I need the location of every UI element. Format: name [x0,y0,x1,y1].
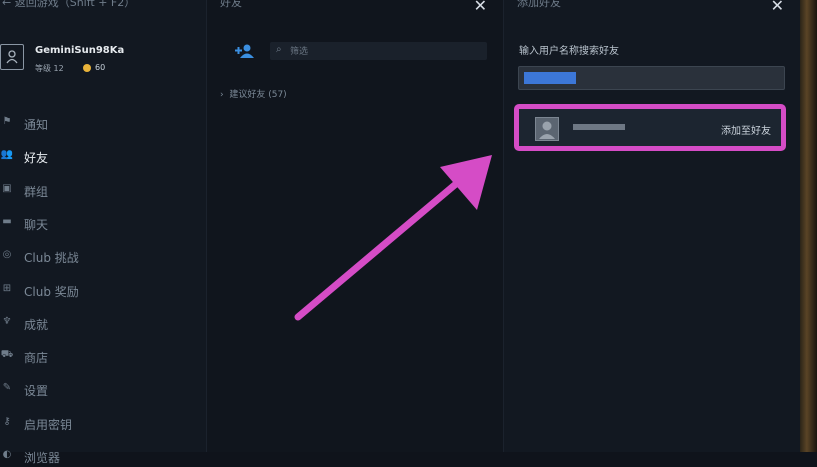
user-level: 等级 12 [35,64,64,73]
search-result-card[interactable]: 添加至好友 [514,104,786,151]
nav-item[interactable]: ▣ 群组 [0,181,200,201]
nav-item[interactable]: ⚑ 通知 [0,114,200,134]
result-username-redacted [573,124,625,130]
search-text-selection [524,72,576,84]
search-label: 输入用户名称搜索好友 [519,46,619,57]
close-icon[interactable]: ✕ [474,0,487,15]
nav-item-label: 启用密钥 [24,417,73,432]
suggested-friends-label: 建议好友 (57) [229,90,287,100]
nav-item-label: 通知 [24,118,49,132]
chevron-right-icon: › [220,90,224,100]
nav-item-label: Club 奖励 [24,284,79,299]
club-challenge-icon: ◎ [2,249,12,261]
nav-item[interactable]: ◐ 浏览器 [0,447,200,467]
avatar[interactable] [0,44,24,70]
chat-icon: ▬ [2,215,12,227]
club-reward-icon: ⊞ [2,282,12,294]
nav-item[interactable]: ⚷ 启用密钥 [0,414,200,434]
user-points: 60 [95,63,106,72]
user-icon [539,121,555,139]
nav-item[interactable]: ◎ Club 挑战 [0,247,200,267]
nav-item-label: Club 挑战 [24,251,79,266]
add-friend-title: 添加好友 [517,0,561,9]
nav-item-label: 设置 [24,384,49,399]
coin-icon [83,64,91,72]
close-icon[interactable]: ✕ [771,0,784,15]
friends-panel-title: 好友 [220,0,242,9]
store-icon: ⛟ [0,349,14,361]
nav-item-label: 好友 [24,151,49,166]
nav-item[interactable]: ⊞ Club 奖励 [0,281,200,301]
friends-icon: 👥 [0,149,14,161]
wrench-icon: ✎ [2,382,12,394]
nav-item-label: 成就 [24,317,49,332]
key-icon: ⚷ [3,415,11,427]
nav-item[interactable]: ♆ 成就 [0,314,200,334]
nav-item[interactable]: ✎ 设置 [0,380,200,400]
add-to-friends-button[interactable]: 添加至好友 [721,122,771,137]
nav-item-label: 聊天 [24,217,49,232]
user-icon [6,50,18,64]
result-avatar [535,117,559,141]
username: GeminiSun98Ka [35,45,125,56]
back-to-game-link[interactable]: ← 返回游戏（Shift + F2） [2,0,135,10]
groups-icon: ▣ [2,182,12,194]
trophy-icon: ♆ [2,315,12,327]
search-icon: ⌕ [276,44,282,55]
add-friend-panel: 添加好友 ✕ 输入用户名称搜索好友 添加至好友 [504,0,800,452]
friends-filter[interactable]: ⌕ [270,42,487,60]
suggested-friends-toggle[interactable]: › 建议好友 (57) [220,87,287,100]
nav-item[interactable]: ▬ 聊天 [0,214,200,234]
add-friend-icon[interactable] [235,43,255,59]
username-search-input[interactable] [518,66,785,90]
nav-item-label: 商店 [24,351,49,366]
nav-item[interactable]: ⛟ 商店 [0,347,200,367]
nav-item-label: 群组 [24,184,49,199]
bell-icon: ⚑ [2,116,12,127]
nav-item[interactable]: 👥 好友 [0,147,200,167]
friends-panel: 好友 ✕ ⌕ › 建议好友 (57) [207,0,504,452]
filter-input[interactable] [288,44,482,60]
game-background-edge [800,0,817,452]
browser-icon: ◐ [2,449,12,460]
left-sidebar: ← 返回游戏（Shift + F2） GeminiSun98Ka 等级 12 6… [0,0,207,465]
